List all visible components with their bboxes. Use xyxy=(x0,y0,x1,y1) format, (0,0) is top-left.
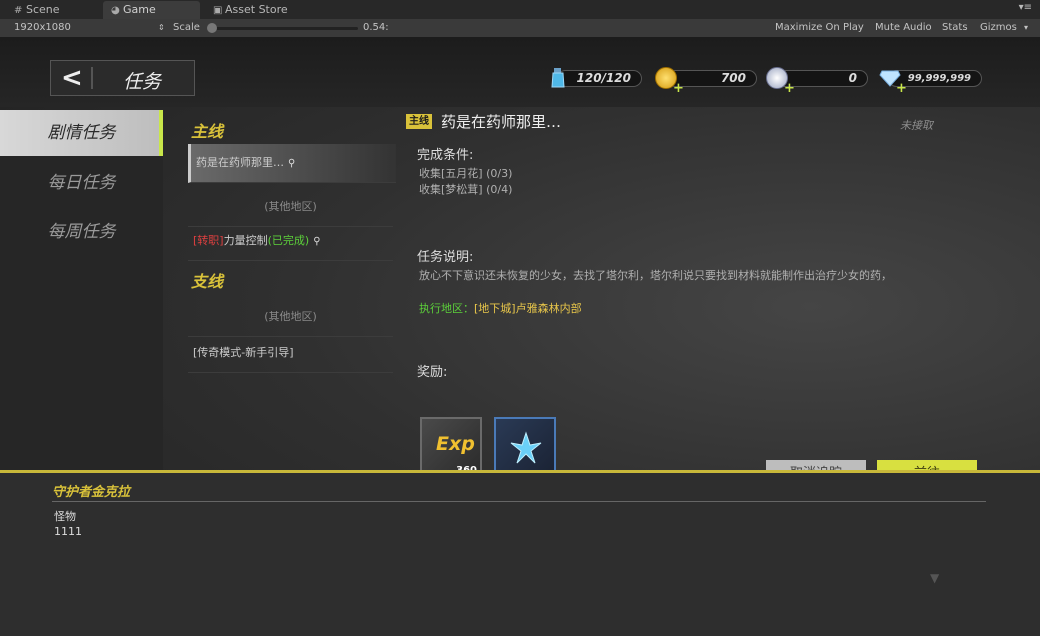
top-bar: < 任务 120/120 700 + 0 + 99,999,999 + xyxy=(0,37,1040,107)
mute-audio-button[interactable]: Mute Audio xyxy=(875,19,932,37)
tab-asset-store[interactable]: ▣ Asset Store xyxy=(205,1,315,19)
scroll-down-icon: ▼ xyxy=(930,571,940,585)
grid-icon: # xyxy=(14,5,23,16)
tab-game[interactable]: ◕ Game xyxy=(103,1,200,19)
stats-button[interactable]: Stats xyxy=(942,19,968,37)
condition-item: 收集[梦松茸] (0/4) xyxy=(419,183,513,196)
conditions-header: 完成条件: xyxy=(417,148,474,163)
quest-item-main-label: 药是在药师那里… xyxy=(196,156,284,169)
quest-list: 主线 药是在药师那里… ⚲ (其他地区) [转职]力量控制(已完成) ⚲ 支线 (其… xyxy=(186,110,396,410)
add-diamond-icon[interactable]: + xyxy=(896,81,907,96)
quest-done-badge: (已完成) xyxy=(267,234,310,247)
resource-diamond-value: 99,999,999 xyxy=(907,73,971,84)
monster-type: 怪物 xyxy=(54,510,76,523)
monster-name: 守护者金克拉 xyxy=(52,485,131,500)
page-title: 任务 xyxy=(123,71,162,93)
tab-menu-icon[interactable]: ▾≡ xyxy=(1019,2,1032,13)
tab-asset-store-label: Asset Store xyxy=(225,3,288,16)
side-quest-header: 支线 xyxy=(191,272,224,291)
game-toolbar: 1920x1080 ⇕ Scale 0.54: Maximize On Play… xyxy=(0,19,1040,38)
divider xyxy=(52,501,986,502)
quest-item-job[interactable]: [转职]力量控制(已完成) ⚲ xyxy=(188,222,393,261)
tab-scene-label: Scene xyxy=(26,3,60,16)
resource-stamina-value: 120/120 xyxy=(576,71,631,85)
tab-weekly-quests[interactable]: 每周任务 xyxy=(0,209,163,255)
quest-status: 未接取 xyxy=(900,119,933,132)
potion-icon xyxy=(548,67,568,88)
bag-icon: ▣ xyxy=(213,5,223,16)
chevron-left-icon: < xyxy=(61,63,83,93)
tab-game-label: Game xyxy=(123,3,156,16)
monster-info-panel: 守护者金克拉 怪物 1111 ▼ xyxy=(0,470,1040,636)
job-tag: [转职] xyxy=(193,234,224,247)
crystal-icon xyxy=(510,431,542,464)
tab-scene[interactable]: # Scene xyxy=(6,1,96,19)
map-pin-icon: ⚲ xyxy=(313,236,321,247)
quest-category-nav: 剧情任务 每日任务 每周任务 xyxy=(0,110,163,472)
quest-detail-panel: 主线 药是在药师那里… 未接取 完成条件: 收集[五月花] (0/3) 收集[梦… xyxy=(405,110,1005,505)
dropdown-arrow-icon: ⇕ xyxy=(158,23,165,32)
map-pin-icon: ⚲ xyxy=(288,158,296,169)
add-silver-icon[interactable]: + xyxy=(784,81,795,96)
exec-region-label: 执行地区： xyxy=(419,302,474,315)
other-region-label: (其他地区) xyxy=(188,298,393,337)
quest-type-badge: 主线 xyxy=(406,114,432,129)
quest-description: 放心不下意识还未恢复的少女，去找了塔尔利，塔尔利说只要找到材料就能制作出治疗少女… xyxy=(419,269,892,282)
scale-slider-handle[interactable] xyxy=(207,23,217,33)
add-gold-icon[interactable]: + xyxy=(673,81,684,96)
resolution-dropdown[interactable]: 1920x1080 xyxy=(14,19,71,37)
rewards-header: 奖励: xyxy=(417,365,448,380)
condition-item: 收集[五月花] (0/3) xyxy=(419,167,513,180)
pacman-icon: ◕ xyxy=(111,5,120,16)
game-viewport: < 任务 120/120 700 + 0 + 99,999,999 + 剧情任务… xyxy=(0,37,1040,636)
back-button[interactable]: < 任务 xyxy=(50,60,195,96)
divider xyxy=(91,67,93,89)
tab-story-quests[interactable]: 剧情任务 xyxy=(0,110,163,156)
quest-item-side-label: [传奇模式-新手引导] xyxy=(193,346,294,359)
gizmos-dropdown-icon[interactable]: ▾ xyxy=(1024,19,1028,37)
quest-item-main[interactable]: 药是在药师那里… ⚲ xyxy=(188,144,396,183)
gizmos-button[interactable]: Gizmos xyxy=(980,19,1017,37)
monster-value: 1111 xyxy=(54,525,82,538)
quest-title: 药是在药师那里… xyxy=(441,113,562,131)
editor-tab-bar: # Scene ◕ Game ▣ Asset Store ▾≡ xyxy=(0,0,1040,20)
main-quest-header: 主线 xyxy=(191,122,224,141)
description-header: 任务说明: xyxy=(417,250,474,265)
scale-value: 0.54: xyxy=(363,22,389,33)
exec-region: 执行地区：[地下城]卢雅森林内部 xyxy=(419,300,582,316)
scale-slider-track[interactable] xyxy=(208,27,358,30)
resource-silver-value: 0 xyxy=(848,71,857,85)
resource-gold-value: 700 xyxy=(720,71,746,85)
resource-stamina: 120/120 xyxy=(557,70,642,87)
quest-item-job-label: 力量控制 xyxy=(223,234,268,247)
tab-daily-quests[interactable]: 每日任务 xyxy=(0,160,163,206)
quest-item-side[interactable]: [传奇模式-新手引导] xyxy=(188,334,393,373)
scale-label: Scale xyxy=(173,22,200,33)
exec-region-value: [地下城]卢雅森林内部 xyxy=(474,302,582,315)
maximize-on-play-button[interactable]: Maximize On Play xyxy=(775,19,864,37)
exp-icon: Exp xyxy=(436,433,475,455)
